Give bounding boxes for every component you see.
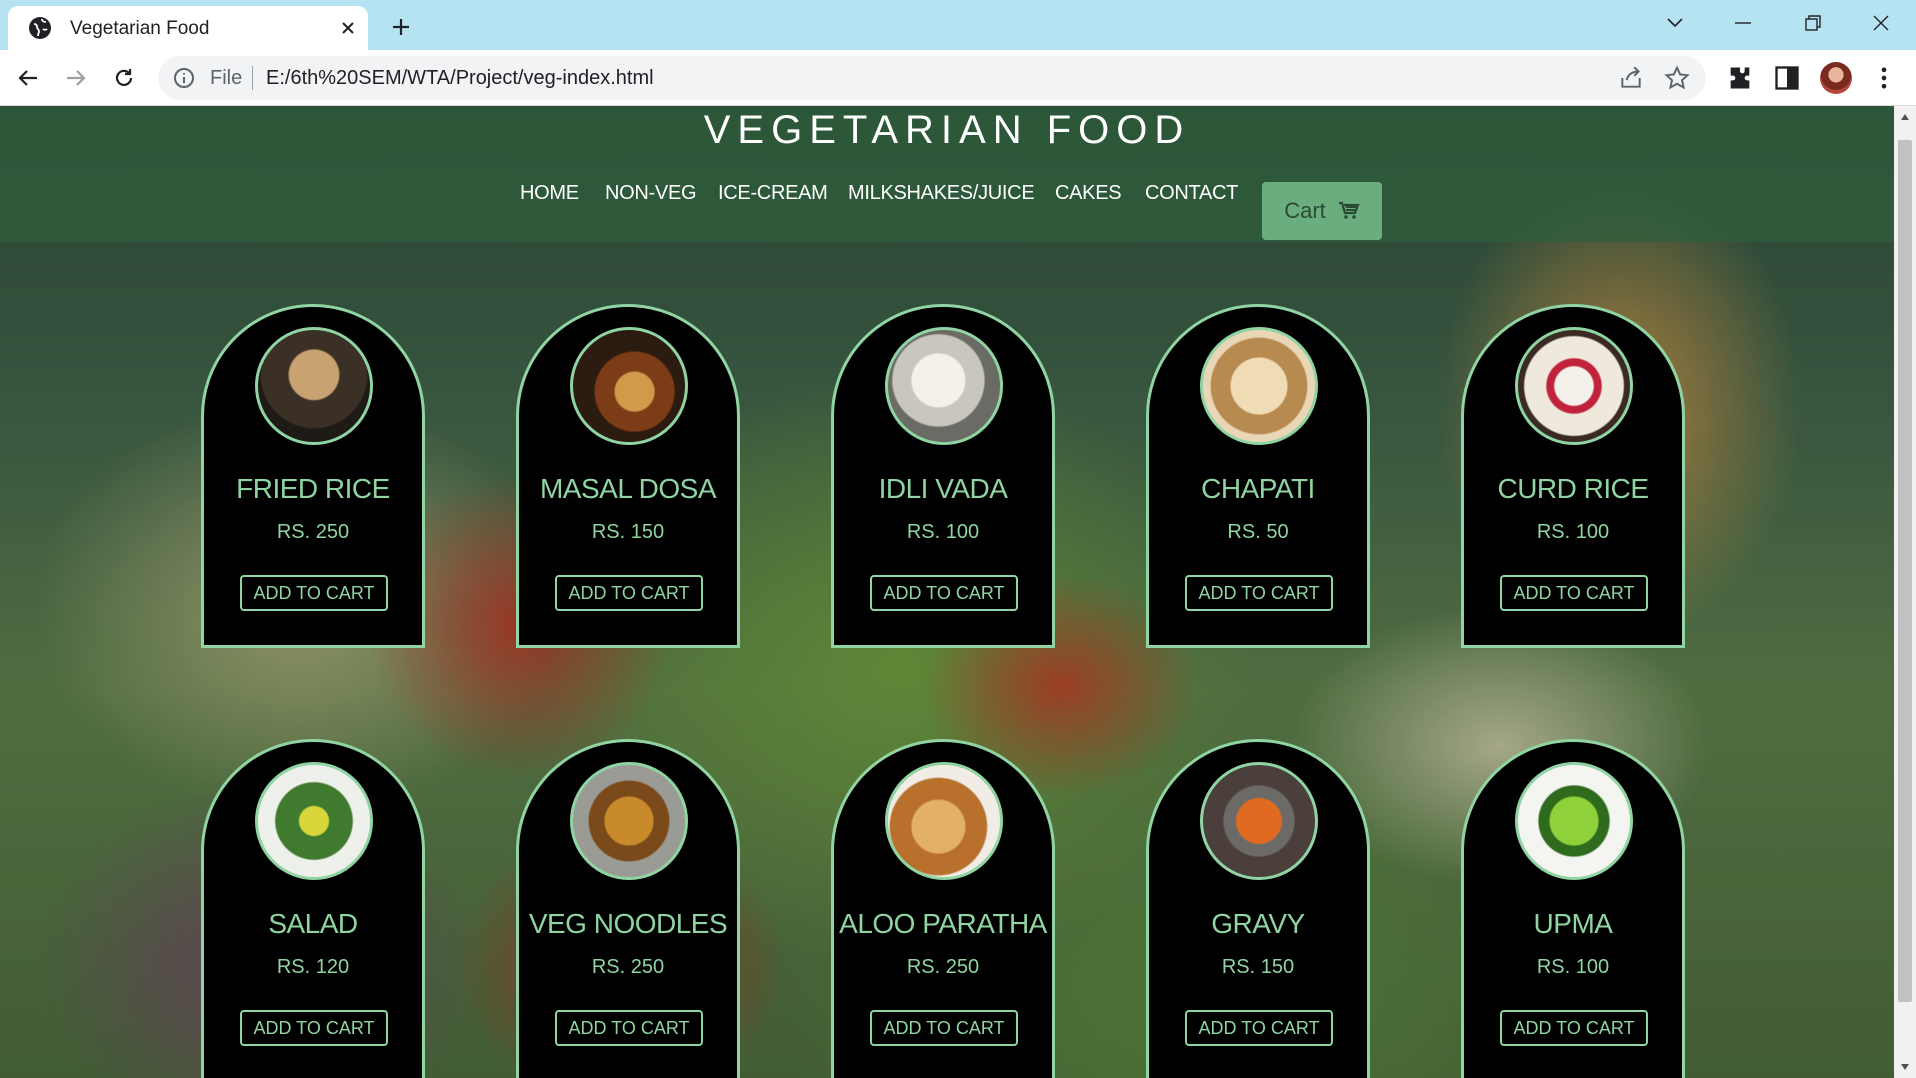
profile-avatar[interactable]	[1820, 62, 1852, 94]
upma-image	[1515, 762, 1633, 880]
aloo-paratha-image	[885, 762, 1003, 880]
address-scheme-label: File	[210, 67, 243, 89]
bookmark-star-icon[interactable]	[1664, 65, 1690, 91]
add-to-cart-button[interactable]: ADD TO CART	[1185, 575, 1333, 611]
back-arrow-icon[interactable]	[10, 60, 46, 96]
product-card-chapati: CHAPATI RS. 50 ADD TO CART	[1146, 304, 1370, 648]
product-card-idli-vada: IDLI VADA RS. 100 ADD TO CART	[831, 304, 1055, 648]
product-card-gravy: GRAVY RS. 150 ADD TO CART	[1146, 739, 1370, 1078]
main-nav: HOME NON-VEG ICE-CREAM MILKSHAKES/JUICE …	[0, 164, 1894, 224]
idli-vada-image	[885, 327, 1003, 445]
product-name: ALOO PARATHA	[839, 908, 1047, 939]
close-icon[interactable]	[334, 14, 362, 42]
new-tab-icon[interactable]	[384, 10, 418, 44]
page-scrollbar[interactable]	[1894, 106, 1916, 1078]
add-to-cart-button[interactable]: ADD TO CART	[555, 575, 703, 611]
minimize-icon[interactable]	[1720, 6, 1766, 40]
curd-rice-image	[1515, 327, 1633, 445]
product-price: RS. 150	[591, 521, 665, 543]
veg-noodles-image	[570, 762, 688, 880]
nav-contact[interactable]: CONTACT	[1145, 182, 1238, 205]
kebab-menu-icon[interactable]	[1870, 64, 1898, 92]
product-card-fried-rice: FRIED RICE RS. 250 ADD TO CART	[201, 304, 425, 648]
add-to-cart-button[interactable]: ADD TO CART	[240, 1010, 388, 1046]
browser-tab[interactable]: Vegetarian Food	[8, 6, 368, 50]
share-icon[interactable]	[1618, 65, 1644, 91]
product-name: IDLI VADA	[878, 473, 1008, 504]
restore-icon[interactable]	[1790, 6, 1836, 40]
nav-cakes[interactable]: CAKES	[1055, 182, 1122, 205]
product-card-veg-noodles: VEG NOODLES RS. 250 ADD TO CART	[516, 739, 740, 1078]
product-name: CHAPATI	[1201, 473, 1315, 504]
site-title: VEGETARIAN FOOD	[703, 108, 1191, 152]
masal-dosa-image	[570, 327, 688, 445]
chapati-image	[1200, 327, 1318, 445]
product-name: MASAL DOSA	[539, 473, 717, 504]
product-name: FRIED RICE	[236, 473, 390, 504]
nav-home[interactable]: HOME	[520, 182, 579, 205]
product-price: RS. 120	[276, 956, 350, 978]
salad-image	[255, 762, 373, 880]
product-card-masal-dosa: MASAL DOSA RS. 150 ADD TO CART	[516, 304, 740, 648]
address-url[interactable]: E:/6th%20SEM/WTA/Project/veg-index.html	[266, 67, 654, 90]
address-separator	[252, 66, 253, 90]
reload-icon[interactable]	[106, 60, 142, 96]
extensions-puzzle-icon[interactable]	[1726, 64, 1754, 92]
site-header: VEGETARIAN FOOD HOME NON-VEG ICE-CREAM M…	[0, 106, 1894, 242]
info-icon[interactable]	[172, 66, 196, 90]
scroll-down-arrow-icon[interactable]	[1894, 1056, 1916, 1078]
nav-non-veg[interactable]: NON-VEG	[605, 182, 697, 205]
forward-arrow-icon[interactable]	[58, 60, 94, 96]
product-price: RS. 100	[906, 521, 980, 543]
window-close-icon[interactable]	[1858, 6, 1904, 40]
product-price: RS. 100	[1536, 521, 1610, 543]
scroll-up-arrow-icon[interactable]	[1894, 106, 1916, 128]
fried-rice-image	[255, 327, 373, 445]
page-viewport: VEGETARIAN FOOD HOME NON-VEG ICE-CREAM M…	[0, 106, 1894, 1078]
side-panel-icon[interactable]	[1773, 64, 1801, 92]
add-to-cart-button[interactable]: ADD TO CART	[870, 1010, 1018, 1046]
add-to-cart-button[interactable]: ADD TO CART	[870, 575, 1018, 611]
tab-title: Vegetarian Food	[70, 18, 210, 39]
globe-icon	[29, 17, 51, 39]
product-card-aloo-paratha: ALOO PARATHA RS. 250 ADD TO CART	[831, 739, 1055, 1078]
product-name: SALAD	[268, 908, 358, 939]
product-price: RS. 150	[1221, 956, 1295, 978]
cart-label: Cart	[1284, 198, 1326, 223]
nav-milkshakes-juice[interactable]: MILKSHAKES/JUICE	[848, 182, 1035, 205]
product-card-salad: SALAD RS. 120 ADD TO CART	[201, 739, 425, 1078]
product-card-upma: UPMA RS. 100 ADD TO CART	[1461, 739, 1685, 1078]
product-name: UPMA	[1533, 908, 1613, 939]
add-to-cart-button[interactable]: ADD TO CART	[555, 1010, 703, 1046]
product-price: RS. 250	[906, 956, 980, 978]
product-name: CURD RICE	[1497, 473, 1649, 504]
product-price: RS. 250	[591, 956, 665, 978]
address-bar[interactable]: File E:/6th%20SEM/WTA/Project/veg-index.…	[158, 56, 1706, 100]
product-card-curd-rice: CURD RICE RS. 100 ADD TO CART	[1461, 304, 1685, 648]
product-name: GRAVY	[1211, 908, 1305, 939]
add-to-cart-button[interactable]: ADD TO CART	[1500, 575, 1648, 611]
shopping-cart-icon	[1338, 201, 1360, 219]
browser-tab-strip: Vegetarian Food	[0, 0, 1916, 50]
add-to-cart-button[interactable]: ADD TO CART	[240, 575, 388, 611]
add-to-cart-button[interactable]: ADD TO CART	[1185, 1010, 1333, 1046]
gravy-image	[1200, 762, 1318, 880]
product-price: RS. 100	[1536, 956, 1610, 978]
cart-button[interactable]: Cart	[1262, 182, 1382, 240]
add-to-cart-button[interactable]: ADD TO CART	[1500, 1010, 1648, 1046]
browser-toolbar: File E:/6th%20SEM/WTA/Project/veg-index.…	[0, 50, 1916, 106]
nav-ice-cream[interactable]: ICE-CREAM	[718, 182, 828, 205]
tab-search-chevron-icon[interactable]	[1652, 6, 1698, 40]
product-price: RS. 250	[276, 521, 350, 543]
product-price: RS. 50	[1227, 521, 1289, 543]
product-name: VEG NOODLES	[528, 908, 728, 939]
scroll-thumb[interactable]	[1898, 140, 1912, 1002]
